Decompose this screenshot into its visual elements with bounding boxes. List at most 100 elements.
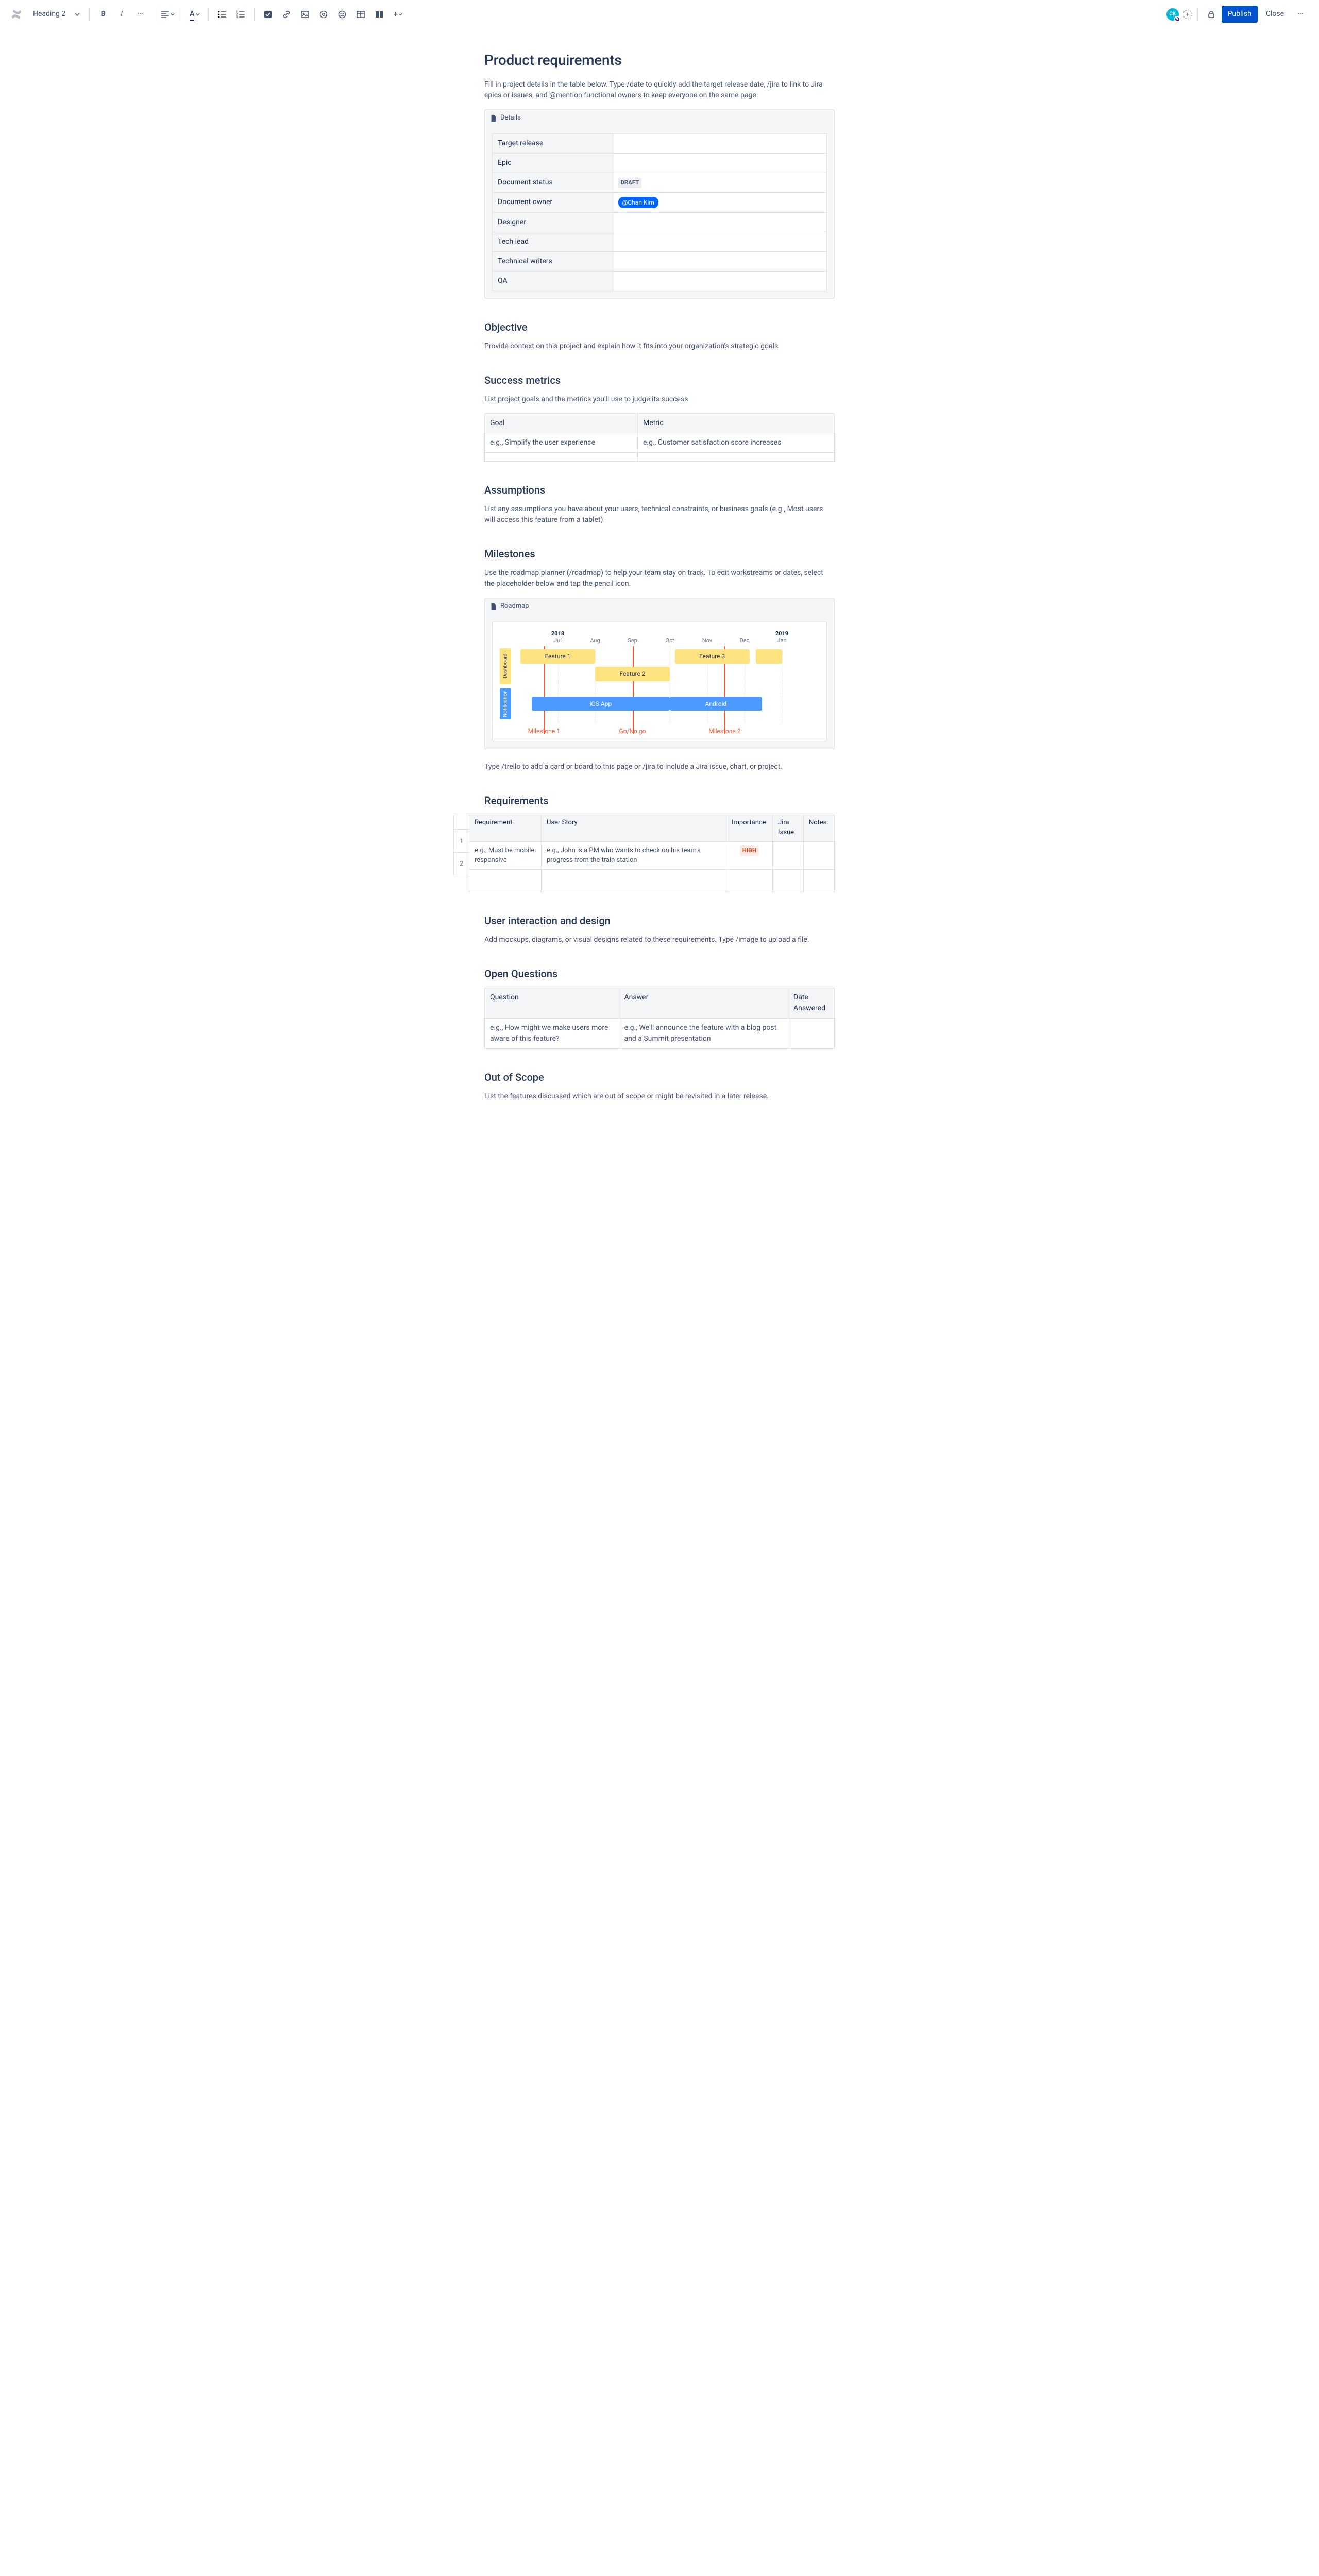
table-row[interactable]: QA bbox=[493, 272, 827, 291]
importance-badge: HIGH bbox=[740, 845, 759, 856]
details-key: Designer bbox=[493, 213, 613, 232]
numbered-list-button[interactable]: 123 bbox=[232, 6, 249, 23]
details-key: Document owner bbox=[493, 193, 613, 213]
insert-more-button[interactable]: + bbox=[390, 6, 406, 23]
section-heading[interactable]: Milestones bbox=[484, 546, 835, 562]
open-questions-table[interactable]: Question Answer Date Answered e.g., How … bbox=[484, 988, 835, 1049]
chevron-down-icon bbox=[196, 10, 200, 19]
editor-presence-badge-icon: ✎ bbox=[1174, 16, 1180, 22]
more-formatting-button[interactable]: ··· bbox=[132, 6, 148, 23]
details-value[interactable] bbox=[613, 252, 826, 272]
file-icon bbox=[490, 603, 497, 610]
requirements-table-wrap[interactable]: 12 RequirementUser StoryImportanceJira I… bbox=[453, 815, 835, 892]
details-value[interactable] bbox=[613, 153, 826, 173]
section-heading[interactable]: Requirements bbox=[484, 793, 835, 808]
panel-title: Details bbox=[500, 113, 521, 123]
table-row[interactable]: Epic bbox=[493, 153, 827, 173]
bold-button[interactable]: B bbox=[95, 6, 111, 23]
table-row[interactable]: Designer bbox=[493, 213, 827, 232]
roadmap-lane-label: Notification bbox=[500, 688, 511, 719]
details-value[interactable] bbox=[613, 272, 826, 291]
details-panel[interactable]: Details Target releaseEpicDocument statu… bbox=[484, 109, 835, 299]
roadmap-bar[interactable] bbox=[756, 649, 782, 664]
separator bbox=[1197, 8, 1198, 21]
table-button[interactable] bbox=[352, 6, 369, 23]
text-style-select[interactable]: Heading 2 bbox=[29, 7, 84, 22]
roadmap-bar[interactable]: Feature 3 bbox=[675, 649, 750, 664]
roadmap-lane-label: Dashboard bbox=[500, 648, 511, 684]
details-value[interactable] bbox=[613, 133, 826, 153]
panel-header: Details bbox=[485, 110, 834, 126]
section-text[interactable]: Add mockups, diagrams, or visual designs… bbox=[484, 935, 835, 945]
separator bbox=[254, 8, 255, 21]
publish-button[interactable]: Publish bbox=[1222, 6, 1258, 23]
section-text[interactable]: Provide context on this project and expl… bbox=[484, 341, 835, 352]
table-row[interactable]: Document status DRAFT bbox=[493, 173, 827, 193]
link-button[interactable] bbox=[278, 6, 295, 23]
details-value[interactable] bbox=[613, 232, 826, 252]
more-actions-button[interactable]: ··· bbox=[1292, 6, 1309, 23]
table-row[interactable]: Document owner @Chan Kim bbox=[493, 193, 827, 213]
roadmap-bar[interactable]: iOS App bbox=[532, 697, 670, 711]
align-button[interactable] bbox=[159, 6, 176, 23]
roadmap-after-text[interactable]: Type /trello to add a card or board to t… bbox=[484, 761, 835, 772]
section-text[interactable]: List project goals and the metrics you'l… bbox=[484, 394, 835, 405]
avatar[interactable]: CK ✎ bbox=[1166, 8, 1179, 21]
page-title[interactable]: Product requirements bbox=[484, 49, 835, 71]
table-row[interactable] bbox=[469, 869, 835, 892]
roadmap-bar[interactable]: Feature 1 bbox=[520, 649, 595, 664]
add-people-button[interactable]: + bbox=[1183, 10, 1192, 19]
action-item-button[interactable] bbox=[260, 6, 276, 23]
section-heading[interactable]: Out of Scope bbox=[484, 1070, 835, 1085]
success-table[interactable]: Goal Metric e.g., Simplify the user expe… bbox=[484, 413, 835, 462]
details-key: Target release bbox=[493, 133, 613, 153]
section-text[interactable]: Use the roadmap planner (/roadmap) to he… bbox=[484, 568, 835, 589]
chevron-down-icon bbox=[398, 10, 402, 19]
status-badge: DRAFT bbox=[618, 178, 642, 189]
roadmap-month-label: Aug bbox=[590, 637, 600, 646]
layouts-button[interactable] bbox=[371, 6, 387, 23]
image-button[interactable] bbox=[297, 6, 313, 23]
mention-chip[interactable]: @Chan Kim bbox=[618, 197, 658, 208]
italic-button[interactable]: I bbox=[113, 6, 130, 23]
roadmap-month-label: Jul bbox=[554, 637, 562, 646]
roadmap-chart: 20182019JulAugSepOctNovDecJanDashboardFe… bbox=[492, 622, 827, 741]
section-heading[interactable]: Objective bbox=[484, 319, 835, 335]
restrictions-button[interactable] bbox=[1203, 6, 1220, 23]
col-answer: Answer bbox=[619, 988, 788, 1018]
roadmap-bar[interactable]: Feature 2 bbox=[595, 667, 670, 681]
bullet-list-button[interactable] bbox=[214, 6, 230, 23]
section-text[interactable]: List any assumptions you have about your… bbox=[484, 504, 835, 526]
section-heading[interactable]: Success metrics bbox=[484, 372, 835, 388]
details-value[interactable]: @Chan Kim bbox=[613, 193, 826, 213]
table-row[interactable]: Target release bbox=[493, 133, 827, 153]
close-button[interactable]: Close bbox=[1260, 6, 1290, 23]
roadmap-panel[interactable]: Roadmap 20182019JulAugSepOctNovDecJanDas… bbox=[484, 598, 835, 749]
requirements-table[interactable]: RequirementUser StoryImportanceJira Issu… bbox=[469, 815, 835, 892]
section-heading[interactable]: User interaction and design bbox=[484, 913, 835, 928]
col-date: Date Answered bbox=[788, 988, 835, 1018]
emoji-button[interactable] bbox=[334, 6, 350, 23]
roadmap-month-label: Dec bbox=[740, 637, 750, 646]
details-table[interactable]: Target releaseEpicDocument statusDRAFTDo… bbox=[492, 133, 827, 292]
chevron-down-icon bbox=[75, 12, 80, 17]
roadmap-bar[interactable]: Android bbox=[670, 697, 762, 711]
intro-text[interactable]: Fill in project details in the table bel… bbox=[484, 79, 835, 101]
section-heading[interactable]: Open Questions bbox=[484, 966, 835, 981]
section-heading[interactable]: Assumptions bbox=[484, 482, 835, 498]
table-row[interactable]: e.g., Must be mobile responsivee.g., Joh… bbox=[469, 841, 835, 869]
details-key: Document status bbox=[493, 173, 613, 193]
col-question: Question bbox=[485, 988, 619, 1018]
details-value[interactable] bbox=[613, 213, 826, 232]
table-row[interactable]: e.g., Simplify the user experiencee.g., … bbox=[485, 433, 835, 453]
table-row[interactable]: Tech lead bbox=[493, 232, 827, 252]
details-key: QA bbox=[493, 272, 613, 291]
table-row[interactable]: e.g., How might we make users more aware… bbox=[485, 1018, 835, 1048]
details-value[interactable]: DRAFT bbox=[613, 173, 826, 193]
table-row[interactable]: Technical writers bbox=[493, 252, 827, 272]
details-key: Technical writers bbox=[493, 252, 613, 272]
section-text[interactable]: List the features discussed which are ou… bbox=[484, 1091, 835, 1102]
mention-button[interactable] bbox=[315, 6, 332, 23]
table-row[interactable] bbox=[485, 453, 835, 462]
text-color-button[interactable]: A bbox=[187, 6, 203, 23]
